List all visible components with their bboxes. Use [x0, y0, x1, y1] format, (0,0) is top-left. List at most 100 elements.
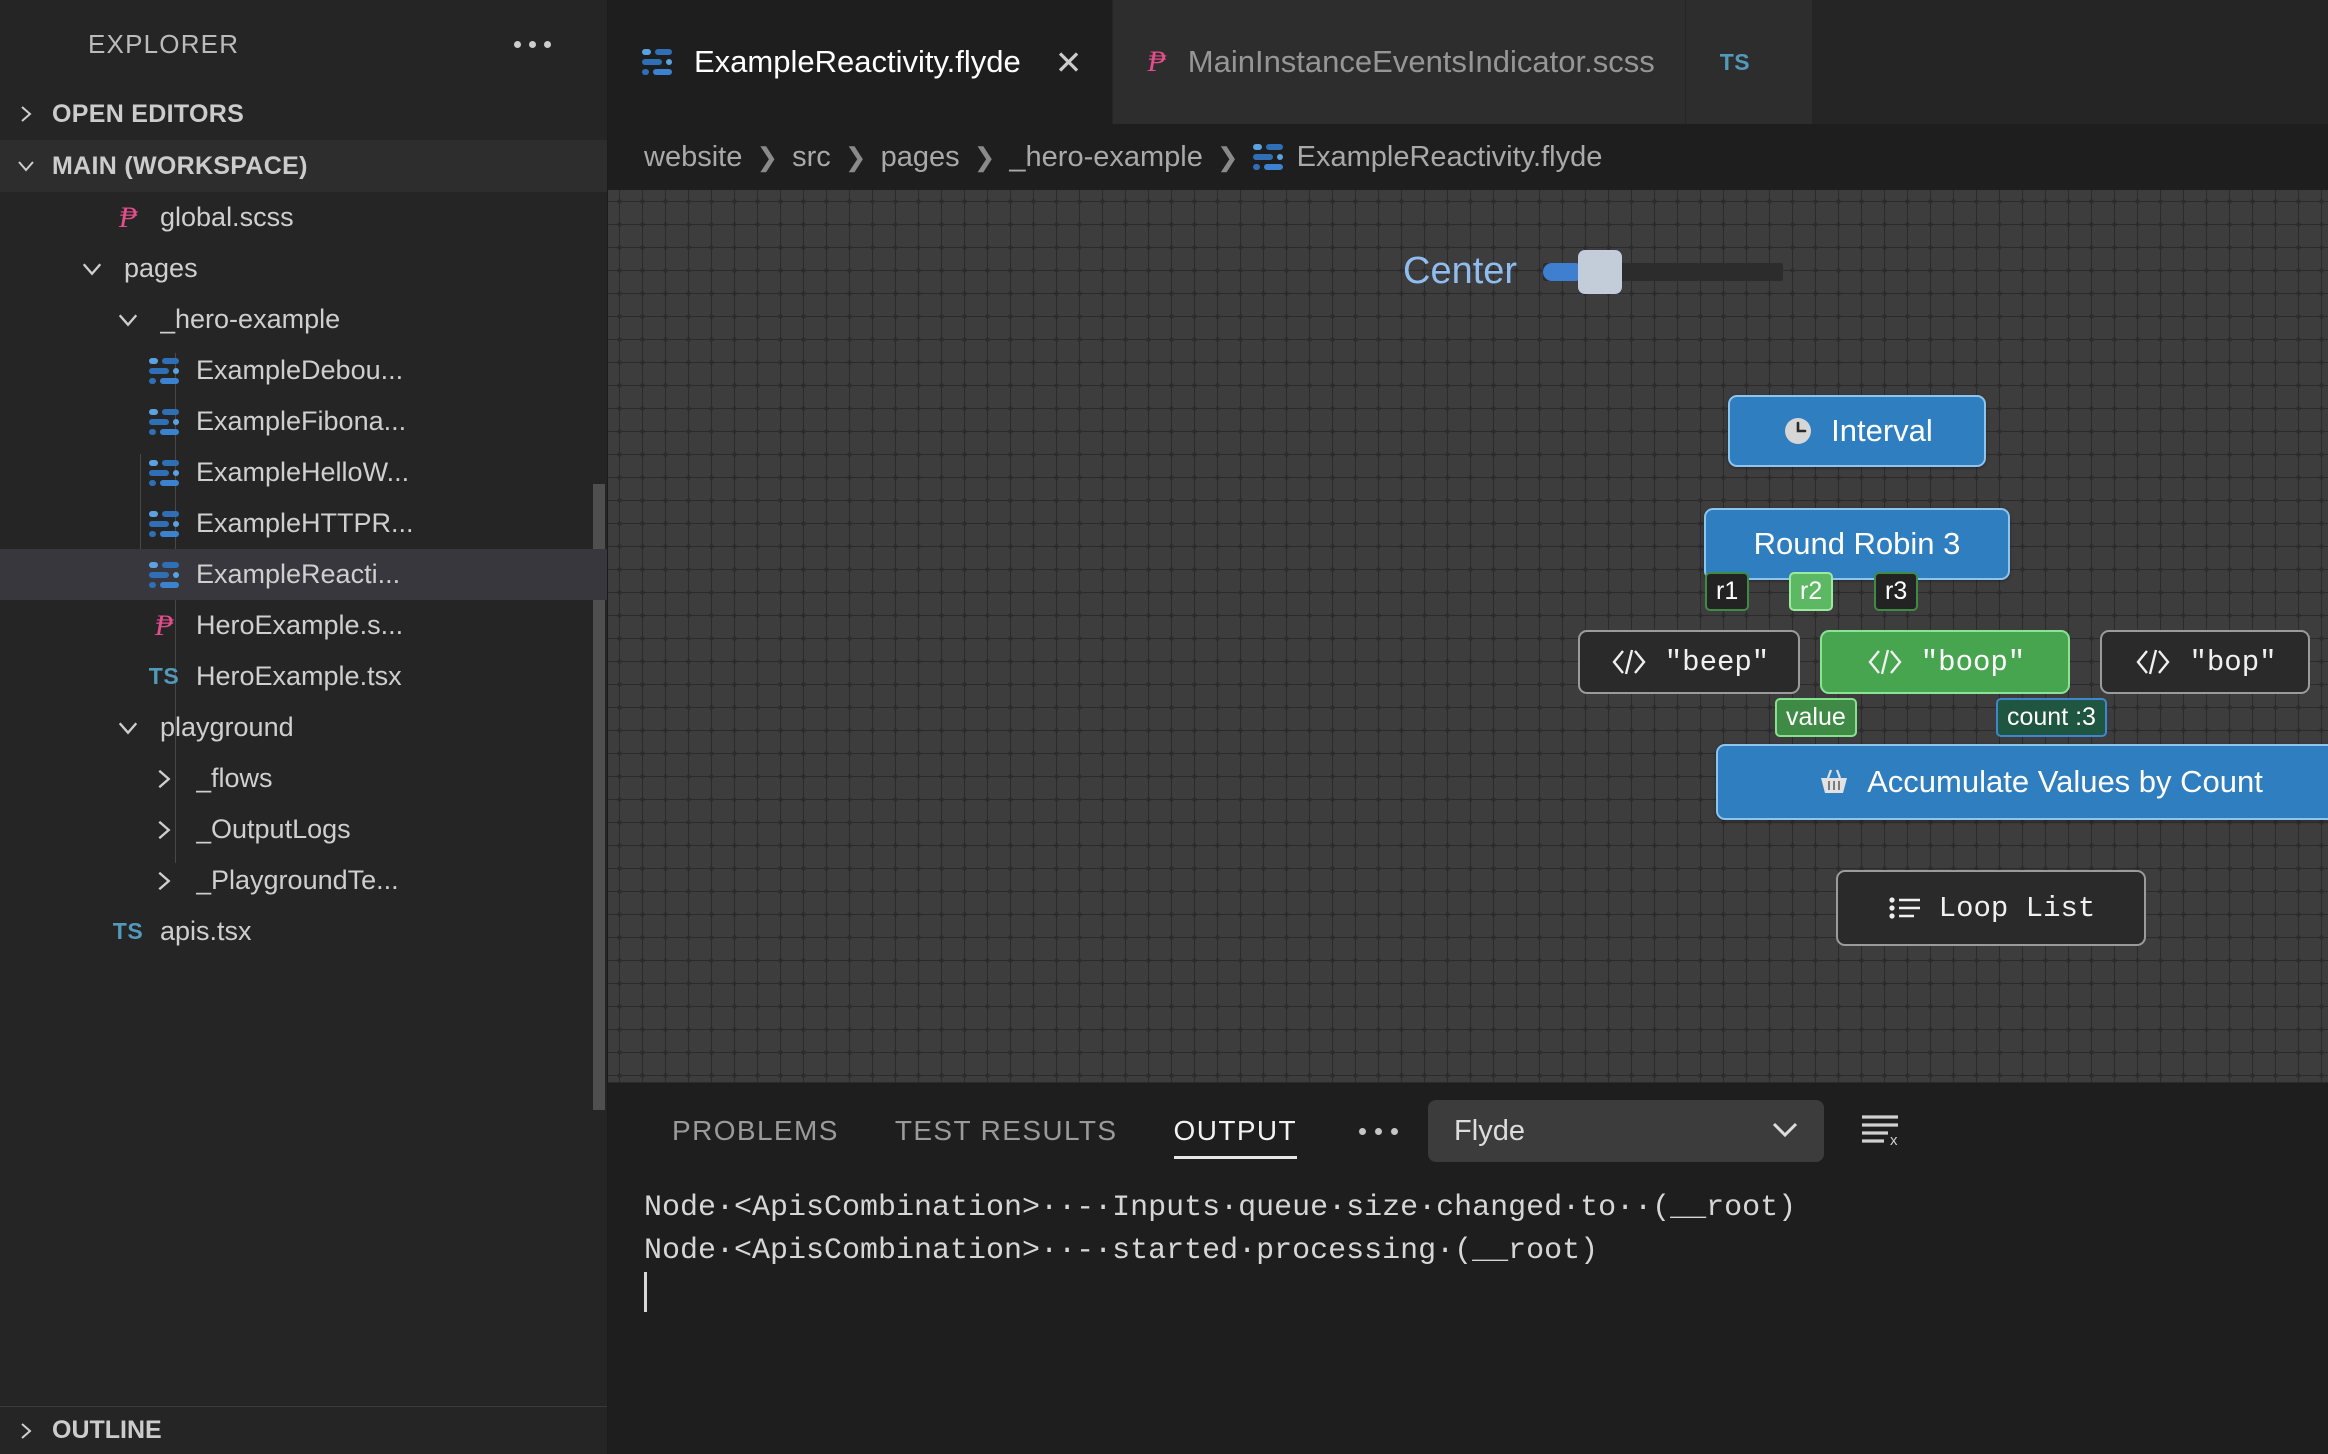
tree-file[interactable]: ExampleDebou... — [0, 345, 607, 396]
flow-node-roundrobin[interactable]: Round Robin 3 — [1704, 508, 2010, 580]
clear-output-icon[interactable]: x — [1858, 1109, 1902, 1154]
tree-folder[interactable]: pages — [0, 243, 607, 294]
scss-icon: ₱ — [154, 608, 174, 642]
tree-file[interactable]: ₱ HeroExample.s... — [0, 600, 607, 651]
flow-pin-value[interactable]: value — [1775, 698, 1857, 737]
close-icon[interactable]: ✕ — [1055, 46, 1083, 79]
tree-item-label: ExampleReacti... — [196, 559, 401, 589]
tree-twisty — [106, 715, 150, 741]
breadcrumb-item-src[interactable]: src — [792, 141, 831, 174]
file-icon — [142, 510, 186, 537]
tree-file[interactable]: ExampleReacti... — [0, 549, 607, 600]
breadcrumb-item-file[interactable]: ExampleReactivity.flyde — [1252, 140, 1603, 174]
flow-pin-count[interactable]: count :3 — [1996, 698, 2107, 737]
tree-folder[interactable]: _PlaygroundTe... — [0, 855, 607, 906]
ellipsis-icon[interactable] — [1359, 1127, 1399, 1135]
output-channel-select[interactable]: Flyde — [1428, 1100, 1825, 1162]
tree-twisty — [142, 817, 186, 843]
tree-folder[interactable]: _hero-example — [0, 294, 607, 345]
flow-node-label: Round Robin 3 — [1753, 526, 1961, 561]
zoom-center-label[interactable]: Center — [1403, 250, 1517, 293]
flow-node-interval[interactable]: Interval — [1728, 395, 1986, 467]
flow-canvas[interactable]: Center Interval Round Robin 3 "beep" "boop"… — [608, 190, 2328, 1082]
flow-node-label: "bop" — [2189, 645, 2277, 679]
flow-pin-label: count :3 — [2007, 703, 2096, 731]
breadcrumb-leaf-label: ExampleReactivity.flyde — [1296, 140, 1603, 173]
tree-item-label: playground — [160, 712, 294, 742]
tree-folder[interactable]: _flows — [0, 753, 607, 804]
code-icon — [1609, 647, 1649, 677]
tree-file[interactable]: ExampleFibona... — [0, 396, 607, 447]
flyde-icon — [149, 459, 179, 486]
flow-node-label: Loop List — [1938, 891, 2096, 925]
tab-test-results[interactable]: TEST RESULTS — [867, 1083, 1146, 1179]
ts-icon: TS — [112, 918, 144, 944]
output-console[interactable]: Node·<ApisCombination>··-·Inputs·queue·s… — [608, 1179, 2328, 1320]
tab-output[interactable]: OUTPUT — [1146, 1083, 1326, 1179]
tree-twisty — [142, 766, 186, 792]
breadcrumb-item-website[interactable]: website — [644, 141, 742, 174]
sidebar-section-open-editors[interactable]: OPEN EDITORS — [0, 88, 607, 140]
tab-main-instance-events-indicator-scss[interactable]: ₱ MainInstanceEventsIndicator.scss — [1113, 0, 1686, 124]
bottom-panel: PROBLEMS TEST RESULTS OUTPUT Flyde x Nod… — [608, 1082, 2328, 1454]
flow-node-label: Accumulate Values by Count — [1867, 764, 2263, 799]
chevron-down-icon — [79, 256, 105, 282]
flow-pin-label: value — [1786, 703, 1846, 731]
flyde-icon — [149, 561, 179, 588]
flow-node-beep[interactable]: "beep" — [1578, 630, 1800, 694]
tree-item-label: HeroExample.tsx — [196, 661, 402, 691]
tree-file[interactable]: TS apis.tsx — [0, 906, 607, 957]
console-line: Node·<ApisCombination>··-·started·proces… — [644, 1233, 1599, 1268]
tab-label: MainInstanceEventsIndicator.scss — [1187, 44, 1655, 79]
sidebar-section-outline[interactable]: OUTLINE — [0, 1406, 607, 1454]
file-icon: ₱ — [106, 202, 150, 233]
tree-item-label: apis.tsx — [160, 916, 252, 946]
file-icon: TS — [106, 918, 150, 945]
tree-folder[interactable]: _OutputLogs — [0, 804, 607, 855]
tree-file[interactable]: ₱ global.scss — [0, 192, 607, 243]
file-icon: TS — [142, 663, 186, 690]
ts-icon: TS — [148, 663, 180, 689]
flow-node-accumulate[interactable]: Accumulate Values by Count — [1716, 744, 2328, 820]
tab-example-reactivity-flyde[interactable]: ExampleReactivity.flyde ✕ — [608, 0, 1114, 124]
flow-node-looplist[interactable]: Loop List — [1836, 870, 2146, 946]
tree-file[interactable]: ExampleHTTPR... — [0, 498, 607, 549]
tab-typescript-file[interactable]: TS — [1685, 0, 1814, 124]
scss-icon: ₱ — [1147, 45, 1166, 78]
flow-node-bop[interactable]: "bop" — [2100, 630, 2310, 694]
flow-node-boop[interactable]: "boop" — [1820, 630, 2070, 694]
svg-text:x: x — [1890, 1132, 1898, 1149]
tree-item-label: pages — [124, 253, 198, 283]
tree-file[interactable]: TS HeroExample.tsx — [0, 651, 607, 702]
tree-item-label: _OutputLogs — [196, 814, 351, 844]
ellipsis-icon[interactable] — [514, 40, 579, 48]
tree-item-label: ExampleFibona... — [196, 406, 407, 436]
tree-twisty — [70, 256, 114, 282]
tab-problems[interactable]: PROBLEMS — [644, 1083, 867, 1179]
breadcrumb-item-pages[interactable]: pages — [881, 141, 960, 174]
flyde-icon — [149, 510, 179, 537]
file-tree: ₱ global.scss pages _hero-example ExampleDeb… — [0, 192, 607, 1454]
clock-icon — [1781, 414, 1815, 448]
flow-pin-r3[interactable]: r3 — [1874, 572, 1919, 611]
zoom-slider-thumb[interactable] — [1578, 249, 1623, 294]
flyde-icon — [149, 408, 179, 435]
chevron-right-icon — [151, 766, 177, 792]
page-title: EXPLORER — [88, 28, 240, 59]
sidebar-section-label: OUTLINE — [52, 1416, 162, 1444]
breadcrumb-item-hero-example[interactable]: _hero-example — [1009, 141, 1202, 174]
flyde-icon — [1252, 144, 1283, 170]
flow-pin-r2[interactable]: r2 — [1789, 572, 1834, 611]
sidebar-section-main-workspace[interactable]: MAIN (WORKSPACE) — [0, 140, 607, 192]
tree-folder[interactable]: playground — [0, 702, 607, 753]
zoom-slider[interactable] — [1543, 249, 1784, 294]
flow-pin-r1[interactable]: r1 — [1705, 572, 1750, 611]
console-caret — [644, 1272, 2328, 1320]
tree-item-label: _PlaygroundTe... — [196, 865, 399, 895]
tree-file[interactable]: ExampleHelloW... — [0, 447, 607, 498]
flow-connections — [608, 190, 908, 340]
file-icon — [142, 459, 186, 486]
breadcrumb: website ❯ src ❯ pages ❯ _hero-example ❯ … — [608, 124, 2328, 190]
code-icon — [2133, 647, 2173, 677]
ts-icon: TS — [1719, 48, 1751, 75]
